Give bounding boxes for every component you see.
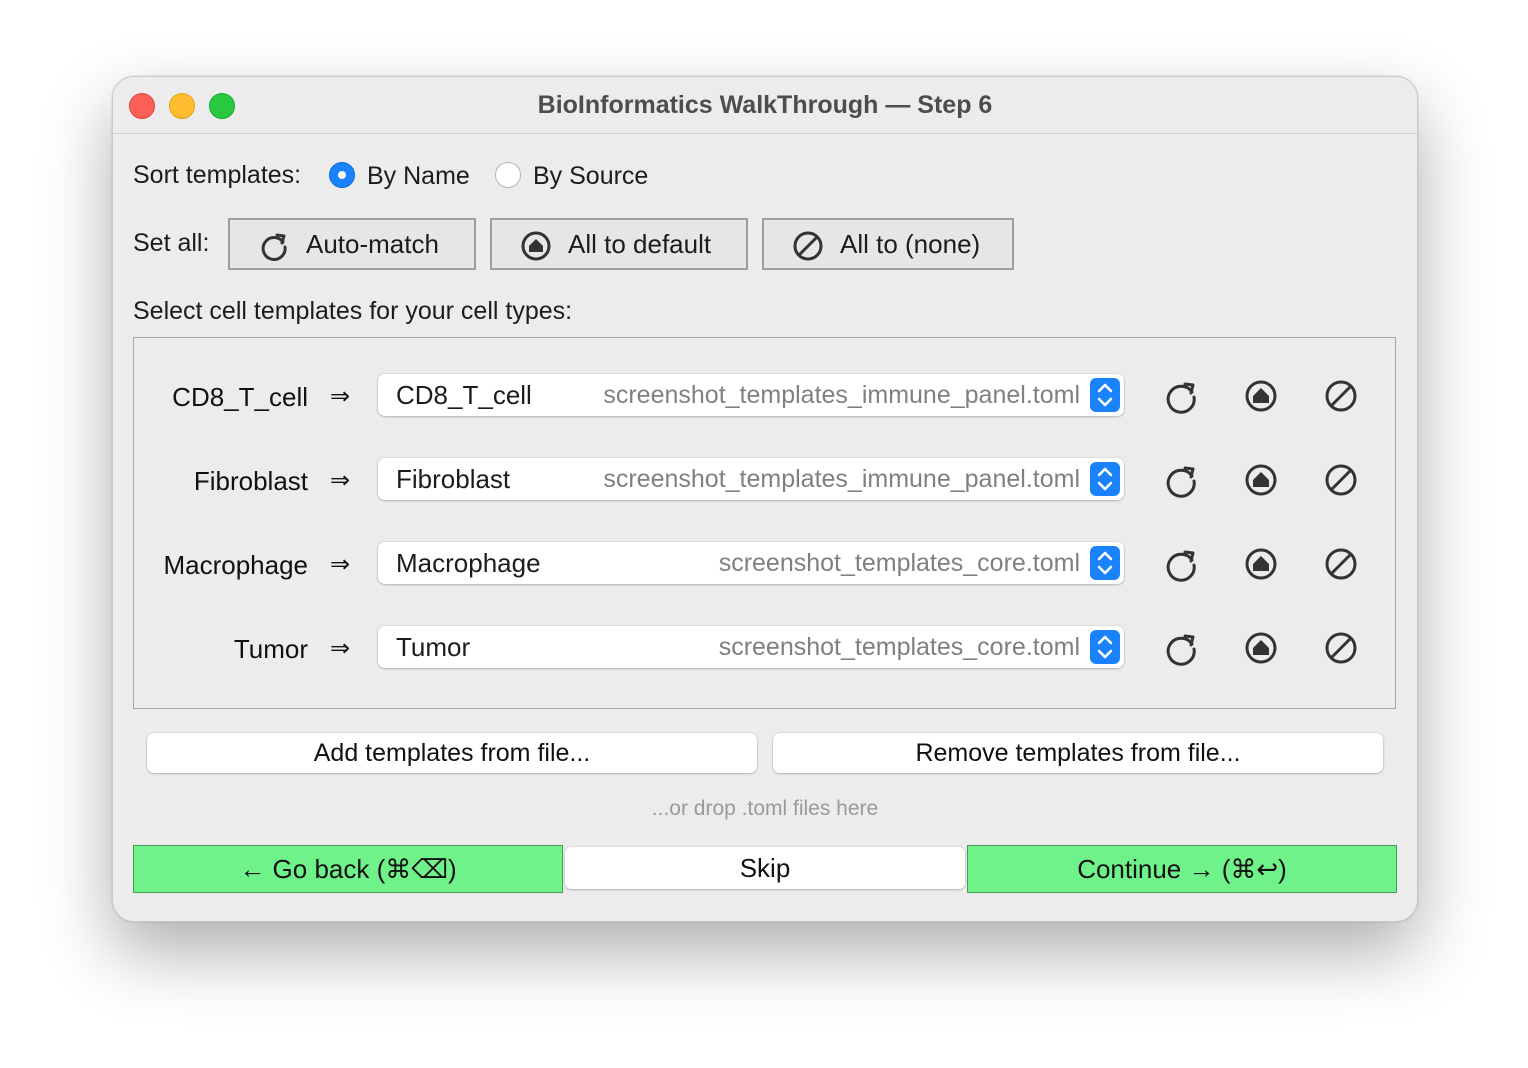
- template-source: screenshot_templates_immune_panel.toml: [603, 465, 1080, 493]
- drop-hint: ...or drop .toml files here: [651, 797, 879, 820]
- refresh-icon[interactable]: [1163, 630, 1199, 666]
- default-icon[interactable]: [1243, 462, 1279, 498]
- all-to-default-label: All to default: [568, 229, 712, 259]
- sort-by-name-radio[interactable]: [329, 162, 355, 188]
- maps-to-arrow: ⇒: [330, 635, 351, 662]
- skip-button[interactable]: Skip: [565, 847, 965, 889]
- template-row: Fibroblast ⇒ Fibroblast screenshot_templ…: [134, 422, 1395, 506]
- cell-type-name: Macrophage: [163, 550, 308, 580]
- template-row: Macrophage ⇒ Macrophage screenshot_templ…: [134, 506, 1395, 590]
- default-icon[interactable]: [1243, 546, 1279, 582]
- refresh-icon[interactable]: [1163, 546, 1199, 582]
- all-to-none-button[interactable]: All to (none): [762, 218, 1014, 270]
- sort-by-source-label[interactable]: By Source: [533, 162, 648, 191]
- default-icon: [521, 231, 551, 261]
- template-name: Fibroblast: [396, 464, 511, 494]
- default-icon[interactable]: [1243, 630, 1279, 666]
- template-name: Tumor: [396, 632, 471, 662]
- sort-by-name-label[interactable]: By Name: [367, 162, 470, 191]
- sort-by-source-radio[interactable]: [495, 162, 521, 188]
- maps-to-arrow: ⇒: [330, 551, 351, 578]
- none-icon[interactable]: [1323, 378, 1359, 414]
- set-all-label: Set all:: [133, 229, 210, 257]
- template-name: CD8_T_cell: [396, 380, 532, 410]
- chevron-updown-icon: [1090, 378, 1120, 412]
- sort-templates-label: Sort templates:: [133, 161, 302, 189]
- template-select[interactable]: Tumor screenshot_templates_core.toml: [378, 626, 1124, 668]
- none-icon[interactable]: [1323, 462, 1359, 498]
- none-icon[interactable]: [1323, 630, 1359, 666]
- refresh-icon[interactable]: [1163, 378, 1199, 414]
- instructions-label: Select cell templates for your cell type…: [133, 297, 573, 325]
- chevron-updown-icon: [1090, 462, 1120, 496]
- refresh-icon[interactable]: [1163, 462, 1199, 498]
- continue-button[interactable]: Continue → (⌘↩): [967, 845, 1397, 893]
- dialog-window: BioInformatics WalkThrough — Step 6 Sort…: [112, 76, 1418, 922]
- all-to-none-label: All to (none): [840, 229, 981, 259]
- go-back-button[interactable]: ← Go back (⌘⌫): [133, 845, 563, 893]
- maps-to-arrow: ⇒: [330, 383, 351, 410]
- auto-match-label: Auto-match: [306, 229, 439, 259]
- add-templates-button[interactable]: Add templates from file...: [147, 733, 757, 773]
- template-name: Macrophage: [396, 548, 541, 578]
- default-icon[interactable]: [1243, 378, 1279, 414]
- template-rows-panel: CD8_T_cell ⇒ CD8_T_cell screenshot_templ…: [133, 337, 1396, 709]
- maps-to-arrow: ⇒: [330, 467, 351, 494]
- template-row: CD8_T_cell ⇒ CD8_T_cell screenshot_templ…: [134, 338, 1395, 422]
- template-select[interactable]: CD8_T_cell screenshot_templates_immune_p…: [378, 374, 1124, 416]
- cell-type-name: CD8_T_cell: [172, 382, 308, 412]
- template-source: screenshot_templates_core.toml: [718, 633, 1080, 661]
- window-title: BioInformatics WalkThrough — Step 6: [537, 91, 993, 119]
- auto-match-button[interactable]: Auto-match: [228, 218, 476, 270]
- template-row: Tumor ⇒ Tumor screenshot_templates_core.…: [134, 590, 1395, 674]
- chevron-updown-icon: [1090, 546, 1120, 580]
- all-to-default-button[interactable]: All to default: [490, 218, 748, 270]
- cell-type-name: Tumor: [233, 634, 308, 664]
- remove-templates-button[interactable]: Remove templates from file...: [773, 733, 1383, 773]
- cell-type-name: Fibroblast: [193, 466, 308, 496]
- template-select[interactable]: Macrophage screenshot_templates_core.tom…: [378, 542, 1124, 584]
- none-icon[interactable]: [1323, 546, 1359, 582]
- template-source: screenshot_templates_core.toml: [718, 549, 1080, 577]
- refresh-icon: [261, 233, 287, 261]
- none-icon: [793, 231, 823, 261]
- template-select[interactable]: Fibroblast screenshot_templates_immune_p…: [378, 458, 1124, 500]
- title-bar: BioInformatics WalkThrough — Step 6: [113, 77, 1417, 134]
- chevron-updown-icon: [1090, 630, 1120, 664]
- template-source: screenshot_templates_immune_panel.toml: [603, 381, 1080, 409]
